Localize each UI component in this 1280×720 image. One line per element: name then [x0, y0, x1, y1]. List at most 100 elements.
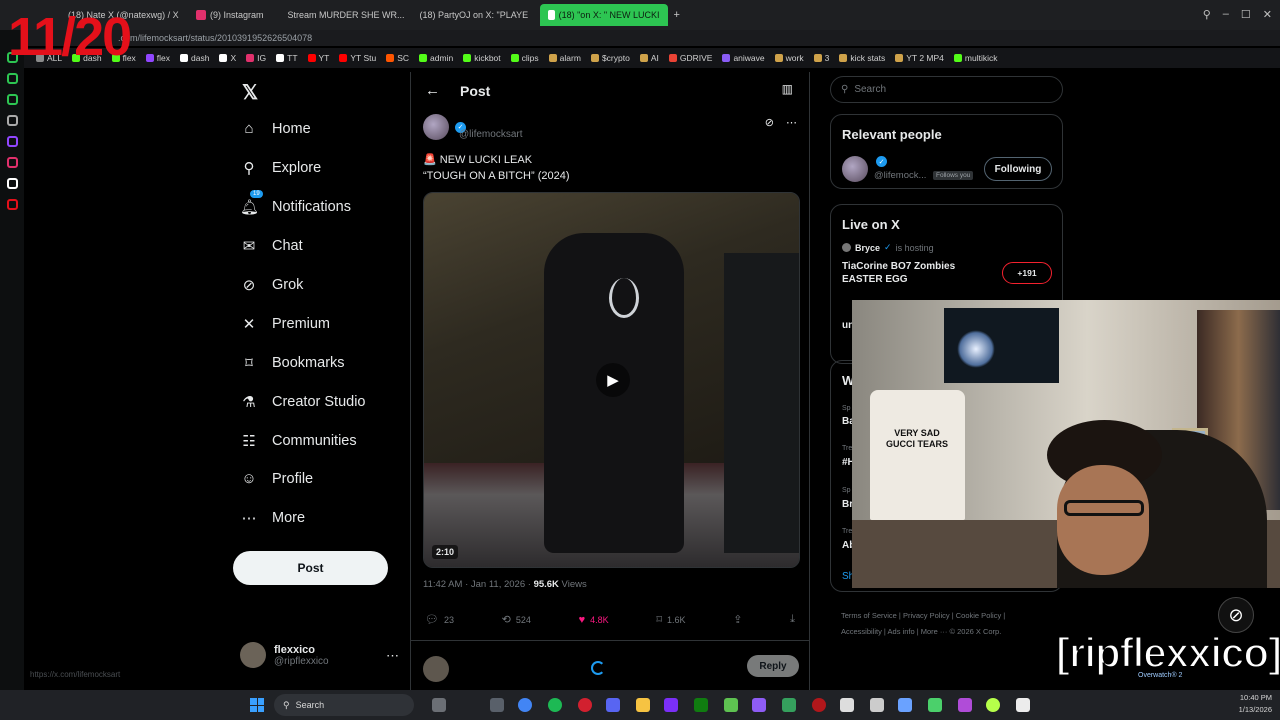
- nav-item-chat[interactable]: ✉ Chat: [240, 237, 303, 255]
- app-icon[interactable]: [724, 698, 738, 712]
- bookmark-item[interactable]: aniwave: [722, 53, 765, 63]
- windows-start-icon[interactable]: [250, 698, 264, 712]
- sidebar-app-icon[interactable]: [6, 157, 18, 168]
- search-tabs-icon[interactable]: ⚲: [1203, 8, 1211, 21]
- taskbar-search[interactable]: ⚲ Search: [274, 694, 414, 716]
- nav-item-explore[interactable]: ⚲ Explore: [240, 159, 322, 177]
- nav-item-notifications[interactable]: 🔔︎ Notifications 19: [240, 190, 351, 216]
- like-button[interactable]: ♥ 4.8K: [579, 613, 609, 626]
- nav-item-grok[interactable]: ⊘ Grok: [240, 276, 304, 294]
- new-tab-button[interactable]: +: [674, 9, 680, 21]
- bookmark-item[interactable]: IG: [246, 53, 266, 63]
- nav-item-more[interactable]: ⋯ More: [240, 509, 306, 527]
- game-icon[interactable]: [752, 698, 766, 712]
- bookmark-item[interactable]: YT 2 MP4: [895, 53, 944, 63]
- listener-count[interactable]: +191: [1002, 262, 1052, 284]
- bookmark-item[interactable]: GDRIVE: [668, 53, 712, 63]
- bookmark-item[interactable]: kick stats: [839, 53, 885, 63]
- browser-tab[interactable]: (9) Instagram: [188, 4, 272, 26]
- sidebar-app-icon[interactable]: [6, 199, 18, 210]
- footer-line[interactable]: Terms of Service | Privacy Policy | Cook…: [841, 608, 1061, 624]
- repost-button[interactable]: ⟲ 524: [502, 613, 531, 626]
- following-button[interactable]: Following: [984, 157, 1052, 181]
- person-handle[interactable]: @lifemock...: [874, 170, 926, 181]
- app-icon[interactable]: [812, 698, 826, 712]
- reply-submit-button[interactable]: Reply: [747, 655, 799, 677]
- bookmark-item[interactable]: SC: [386, 53, 409, 63]
- nav-item-home[interactable]: ⌂ Home: [240, 120, 310, 137]
- discord-icon[interactable]: [606, 698, 620, 712]
- system-tray[interactable]: 10:40 PM 1/13/2026: [1239, 692, 1272, 716]
- x-logo-icon[interactable]: 𝕏: [242, 80, 258, 105]
- sidebar-app-icon[interactable]: [6, 136, 18, 147]
- app-icon[interactable]: [664, 698, 678, 712]
- app-icon[interactable]: [958, 698, 972, 712]
- post-button[interactable]: Post: [233, 551, 388, 585]
- app-icon[interactable]: [840, 698, 854, 712]
- bookmark-item[interactable]: 3: [813, 53, 829, 63]
- app-icon[interactable]: [928, 698, 942, 712]
- bookmark-item[interactable]: clips: [510, 53, 539, 63]
- search-input[interactable]: ⚲ Search: [830, 76, 1063, 103]
- sidebar-app-icon[interactable]: [6, 115, 18, 126]
- more-options-icon[interactable]: ⋯: [786, 116, 797, 129]
- author-handle[interactable]: @lifemocksart: [459, 129, 523, 140]
- bookmark-item[interactable]: YT Stu: [339, 53, 376, 63]
- address-url[interactable]: .com/lifemocksart/status/201039195262650…: [118, 33, 312, 43]
- app-icon[interactable]: [898, 698, 912, 712]
- app-icon[interactable]: [1016, 698, 1030, 712]
- file-explorer-icon[interactable]: [636, 698, 650, 712]
- sidebar-app-icon[interactable]: [6, 94, 18, 105]
- bookmark-item[interactable]: flex: [145, 53, 170, 63]
- nav-item-creator-studio[interactable]: ⚗ Creator Studio: [240, 393, 365, 411]
- bookmark-button[interactable]: ⌑ 1.6K: [656, 613, 685, 626]
- bookmark-item[interactable]: YT: [307, 53, 329, 63]
- grok-icon[interactable]: ⊘: [765, 116, 774, 129]
- back-arrow-icon[interactable]: ←: [425, 82, 440, 99]
- browser-tab[interactable]: Stream MURDER SHE WR...: [276, 4, 404, 26]
- bookmark-item[interactable]: X: [219, 53, 236, 63]
- nav-item-premium[interactable]: ✕ Premium: [240, 315, 330, 333]
- spotify-icon[interactable]: [548, 698, 562, 712]
- bookmark-item[interactable]: dash: [180, 53, 209, 63]
- live-event-title[interactable]: TiaCorine BO7 Zombies EASTER EGG: [842, 260, 982, 286]
- settings-icon[interactable]: [490, 698, 504, 712]
- post-author[interactable]: ✓ @lifemocksart: [423, 114, 523, 140]
- more-options-icon[interactable]: ⋯: [386, 648, 399, 664]
- minimize-icon[interactable]: –: [1223, 8, 1229, 21]
- xbox-icon[interactable]: [694, 698, 708, 712]
- play-icon[interactable]: ▶: [596, 363, 630, 397]
- address-bar[interactable]: .com/lifemocksart/status/201039195262650…: [24, 30, 1280, 46]
- nav-item-profile[interactable]: ☺ Profile: [240, 470, 313, 487]
- bookmark-item[interactable]: kickbot: [463, 53, 501, 63]
- bookmark-item[interactable]: work: [774, 53, 804, 63]
- sidebar-app-icon[interactable]: [6, 73, 18, 84]
- bookmark-item[interactable]: TT: [276, 53, 298, 63]
- browser-tab[interactable]: (18) PartyOJ on X: "PLAYE: [408, 4, 536, 26]
- bookmark-item[interactable]: multikick: [953, 53, 998, 63]
- browser-tab[interactable]: (18) "on X: " NEW LUCKI: [539, 4, 668, 26]
- app-icon[interactable]: [782, 698, 796, 712]
- sidebar-app-icon[interactable]: [6, 178, 18, 189]
- close-icon[interactable]: ✕: [1263, 8, 1272, 21]
- footer-line[interactable]: Accessibility | Ads info | More ··· © 20…: [841, 624, 1061, 640]
- nav-item-bookmarks[interactable]: ⌑ Bookmarks: [240, 354, 344, 372]
- video-player[interactable]: ▶ 2:10: [423, 192, 800, 568]
- bookmark-item[interactable]: $crypto: [590, 53, 630, 63]
- chrome-icon[interactable]: [518, 698, 532, 712]
- maximize-icon[interactable]: ☐: [1241, 8, 1251, 21]
- live-host[interactable]: Bryce ✓ is hosting: [842, 242, 934, 253]
- avatar[interactable]: [842, 156, 868, 182]
- bookmark-item[interactable]: admin: [419, 53, 453, 63]
- post-timestamp[interactable]: 11:42 AM · Jan 11, 2026 ·: [423, 579, 534, 590]
- download-button[interactable]: ⤓: [790, 613, 795, 626]
- nav-item-communities[interactable]: ☷ Communities: [240, 432, 356, 450]
- opera-icon[interactable]: [578, 698, 592, 712]
- app-icon[interactable]: [870, 698, 884, 712]
- reader-mode-icon[interactable]: ▥: [782, 82, 793, 96]
- app-icon[interactable]: [986, 698, 1000, 712]
- bookmark-item[interactable]: AI: [639, 53, 659, 63]
- account-switcher[interactable]: flexxico @ripflexxico ⋯: [240, 642, 399, 668]
- bookmark-item[interactable]: alarm: [548, 53, 581, 63]
- avatar[interactable]: [423, 114, 449, 140]
